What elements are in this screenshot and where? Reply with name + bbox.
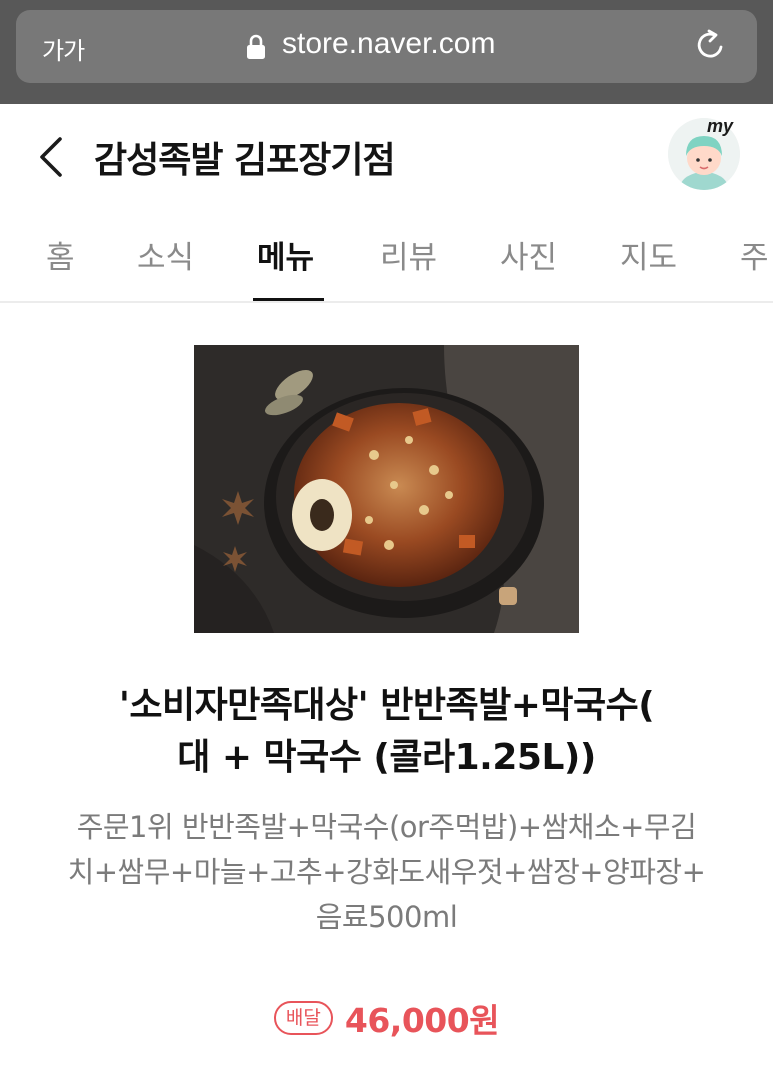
- browser-toolbar: 가가 store.naver.com: [0, 0, 773, 104]
- divider: [0, 301, 773, 303]
- my-label: my: [707, 116, 734, 136]
- menu-desc-line: 치+쌈무+마늘+고추+강화도새우젓+쌈장+양파장+: [67, 855, 706, 889]
- tab-bar: 홈 소식 메뉴 리뷰 사진 지도 주: [0, 222, 773, 302]
- tab-more[interactable]: 주: [740, 232, 769, 277]
- menu-desc-line: 주문1위 반반족발+막국수(or주먹밥)+쌈채소+무김: [76, 810, 697, 844]
- url-text[interactable]: store.naver.com: [282, 27, 495, 61]
- tab-home[interactable]: 홈: [46, 232, 75, 277]
- text-size-button[interactable]: 가가: [42, 31, 85, 66]
- tab-map[interactable]: 지도: [620, 232, 677, 277]
- tab-reviews[interactable]: 리뷰: [380, 232, 437, 277]
- menu-desc-line: 음료500ml: [315, 900, 458, 934]
- reload-icon[interactable]: [694, 28, 728, 62]
- menu-item-description: 주문1위 반반족발+막국수(or주먹밥)+쌈채소+무김 치+쌈무+마늘+고추+강…: [50, 805, 723, 940]
- delivery-badge: 배달: [273, 1001, 333, 1035]
- tab-menu[interactable]: 메뉴: [257, 232, 314, 277]
- store-title: 감성족발 김포장기점: [94, 140, 396, 181]
- back-chevron-icon[interactable]: [34, 133, 68, 181]
- tab-photos[interactable]: 사진: [500, 232, 557, 277]
- menu-photo[interactable]: [194, 345, 579, 633]
- menu-price: 46,000원: [344, 1001, 500, 1040]
- menu-name-line: '소비자만족대상' 반반족발+막국수(: [118, 685, 655, 726]
- menu-name-line: 대 + 막국수 (콜라1.25L)): [177, 737, 596, 778]
- price-row: 배달 46,000원: [0, 993, 773, 1043]
- menu-item-name: '소비자만족대상' 반반족발+막국수( 대 + 막국수 (콜라1.25L)): [20, 680, 753, 784]
- lock-icon: [247, 34, 265, 59]
- tab-news[interactable]: 소식: [137, 232, 194, 277]
